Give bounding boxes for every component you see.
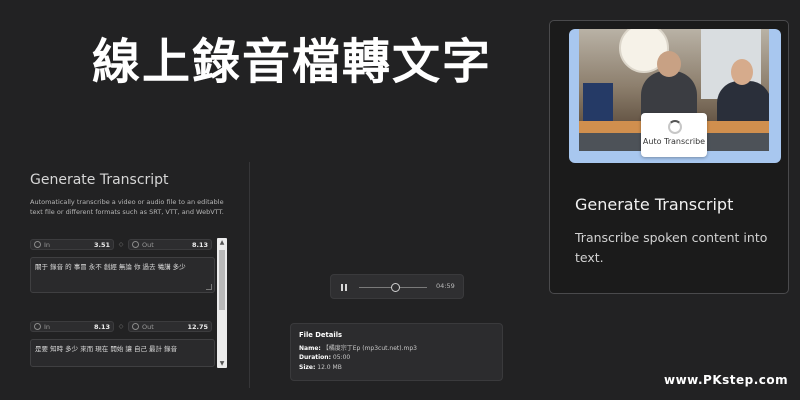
file-details-title: File Details xyxy=(299,331,343,339)
file-details-panel: File Details Name: 【橘度宗丁Ep (mp3cut.net).… xyxy=(290,323,503,381)
loading-spinner-icon xyxy=(668,120,682,134)
transcript-description: Automatically transcribe a video or audi… xyxy=(30,198,224,216)
out-timecode-field[interactable]: Out 12.75 xyxy=(128,321,212,332)
in-timecode-field[interactable]: In 8.13 xyxy=(30,321,114,332)
card-title: Generate Transcript xyxy=(575,195,734,214)
scroll-thumb[interactable] xyxy=(219,250,225,310)
out-label: Out xyxy=(142,240,154,249)
pause-icon[interactable] xyxy=(341,284,347,291)
transcript-scrollbar[interactable]: ▲ ▼ xyxy=(217,238,227,368)
in-value: 3.51 xyxy=(93,240,110,249)
site-watermark: www.PKstep.com xyxy=(664,373,789,387)
card-description: Transcribe spoken content into text. xyxy=(575,230,768,265)
segment-text: 是要 知時 多少 來而 現在 開始 讓 自己 最計 錄音 xyxy=(35,345,178,353)
file-duration-value: 05:00 xyxy=(332,354,351,362)
seek-knob[interactable] xyxy=(391,283,400,292)
transcript-segment: In 3.51 ◇ Out 8.13 關于 錄音 的 事冒 永不 創經 無論 你… xyxy=(30,238,215,293)
transcript-segment: In 8.13 ◇ Out 12.75 是要 知時 多少 來而 現在 開始 讓 … xyxy=(30,320,215,367)
file-name-value: 【橘度宗丁Ep (mp3cut.net).mp3 xyxy=(322,345,417,352)
vertical-divider xyxy=(249,162,250,388)
resize-handle-icon[interactable] xyxy=(206,284,212,290)
file-duration-label: Duration: xyxy=(299,354,331,362)
arrow-right-icon: ◇ xyxy=(118,241,124,248)
scroll-down-icon[interactable]: ▼ xyxy=(217,360,227,367)
out-value: 12.75 xyxy=(187,322,208,331)
file-size-value: 12.0 MB xyxy=(317,363,342,371)
in-label: In xyxy=(44,322,51,331)
arrow-right-icon: ◇ xyxy=(118,323,124,330)
auto-transcribe-button[interactable]: Auto Transcribe xyxy=(641,113,707,157)
hero-illustration: Auto Transcribe xyxy=(569,29,781,163)
file-name-label: Name: xyxy=(299,345,321,352)
banner-title: 線上錄音檔轉文字 xyxy=(92,34,493,90)
clock-icon xyxy=(132,241,139,248)
in-label: In xyxy=(44,240,51,249)
feature-card: Auto Transcribe Generate Transcript Tran… xyxy=(549,20,789,294)
audio-player: 04:59 xyxy=(330,274,464,299)
segment-text-area[interactable]: 關于 錄音 的 事冒 永不 創經 無論 你 過去 犧講 多少 xyxy=(30,257,215,293)
in-timecode-field[interactable]: In 3.51 xyxy=(30,239,114,250)
segment-text: 關于 錄音 的 事冒 永不 創經 無論 你 過去 犧講 多少 xyxy=(35,263,186,271)
clock-icon xyxy=(34,241,41,248)
transcript-heading: Generate Transcript xyxy=(30,172,169,188)
in-value: 8.13 xyxy=(93,322,110,331)
scroll-up-icon[interactable]: ▲ xyxy=(217,239,227,246)
clock-icon xyxy=(34,323,41,330)
auto-transcribe-label: Auto Transcribe xyxy=(642,137,706,146)
clock-icon xyxy=(132,323,139,330)
player-time: 04:59 xyxy=(436,282,455,290)
segment-text-area[interactable]: 是要 知時 多少 來而 現在 開始 讓 自己 最計 錄音 xyxy=(30,339,215,367)
file-size-label: Size: xyxy=(299,363,316,371)
out-value: 8.13 xyxy=(191,240,208,249)
out-label: Out xyxy=(142,322,154,331)
out-timecode-field[interactable]: Out 8.13 xyxy=(128,239,212,250)
